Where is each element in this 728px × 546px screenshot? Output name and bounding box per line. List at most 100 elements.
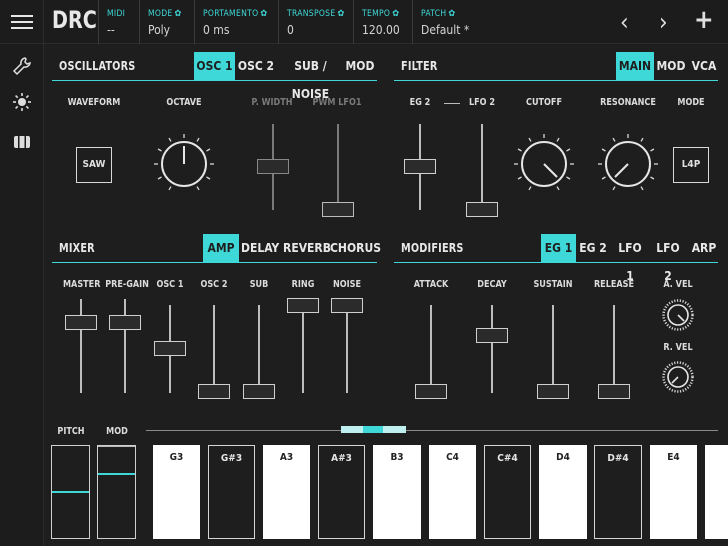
- slider-thumb[interactable]: [322, 202, 354, 217]
- tab-arp[interactable]: ARP: [689, 234, 719, 262]
- noise-slider[interactable]: [331, 298, 363, 393]
- tab-amp[interactable]: AMP: [203, 234, 239, 262]
- slider-thumb[interactable]: [287, 298, 319, 313]
- decay-slider[interactable]: [476, 305, 508, 393]
- attack-label: ATTACK: [413, 279, 449, 290]
- tab-main[interactable]: MAIN: [616, 52, 654, 80]
- octave-knob[interactable]: [152, 132, 216, 196]
- gear-icon[interactable]: ✿: [392, 9, 399, 19]
- mode-value: Poly: [148, 23, 171, 37]
- tab-osc1[interactable]: OSC 1: [194, 52, 235, 80]
- portamento-field[interactable]: PORTAMENTO ✿ 0 ms: [194, 0, 279, 44]
- sub-label: SUB: [249, 279, 269, 290]
- mixer-title: MIXER: [59, 241, 95, 255]
- pregain-slider[interactable]: [109, 299, 141, 393]
- filter-mode-button[interactable]: L4P: [673, 147, 709, 183]
- piano-key-d4[interactable]: D4: [539, 445, 587, 539]
- gear-icon[interactable]: ✿: [260, 9, 267, 19]
- tab-osc2[interactable]: OSC 2: [237, 52, 275, 80]
- midi-field[interactable]: MIDI --: [98, 0, 140, 44]
- slider-thumb[interactable]: [331, 298, 363, 313]
- transpose-field[interactable]: TRANSPOSE ✿ 0: [278, 0, 354, 44]
- mod-wheel[interactable]: [97, 445, 136, 539]
- tab-filter-mod[interactable]: MOD: [655, 52, 687, 80]
- add-patch-button[interactable]: +: [694, 5, 714, 35]
- next-patch-button[interactable]: ›: [659, 8, 668, 36]
- tempo-value: 120.00: [362, 23, 400, 37]
- tab-lfo2[interactable]: LFO 2: [651, 234, 685, 283]
- tab-sub-noise[interactable]: SUB / NOISE: [279, 52, 342, 101]
- sub-slider[interactable]: [243, 305, 275, 399]
- piano-key-asharp3[interactable]: A#3: [318, 445, 365, 539]
- ring-slider[interactable]: [287, 298, 319, 393]
- piano-key-b3[interactable]: B3: [373, 445, 421, 539]
- rvel-knob[interactable]: [662, 361, 694, 393]
- attack-slider[interactable]: [415, 305, 447, 399]
- slider-thumb[interactable]: [257, 159, 289, 174]
- mod-label: MOD: [106, 426, 128, 437]
- sustain-label: SUSTAIN: [533, 279, 573, 290]
- hamburger-menu-button[interactable]: [0, 0, 44, 44]
- midi-label: MIDI: [107, 9, 126, 19]
- piano-key-e4[interactable]: E4: [650, 445, 697, 539]
- piano-key-a3[interactable]: A3: [263, 445, 310, 539]
- piano-key-dsharp4[interactable]: D#4: [594, 445, 642, 539]
- lfo2-slider[interactable]: [466, 124, 498, 217]
- eg2-slider[interactable]: [404, 124, 436, 210]
- tab-chorus[interactable]: CHORUS: [330, 234, 381, 262]
- osc2-slider[interactable]: [198, 305, 230, 399]
- tempo-field[interactable]: TEMPO ✿ 120.00: [353, 0, 413, 44]
- tab-osc-mod[interactable]: MOD: [343, 52, 377, 80]
- cutoff-label: CUTOFF: [526, 97, 562, 108]
- patch-field[interactable]: PATCH ✿ Default *: [412, 0, 522, 44]
- slider-thumb[interactable]: [65, 315, 97, 330]
- slider-thumb[interactable]: [404, 159, 436, 174]
- slider-thumb[interactable]: [466, 202, 498, 217]
- previous-patch-button[interactable]: ‹: [620, 8, 629, 36]
- gear-icon[interactable]: ✿: [337, 9, 344, 19]
- tab-vca[interactable]: VCA: [689, 52, 719, 80]
- keyboard-scroll-handle[interactable]: [341, 426, 406, 433]
- resonance-knob[interactable]: [596, 132, 660, 196]
- tab-delay[interactable]: DELAY: [241, 234, 279, 262]
- gear-icon[interactable]: ✿: [175, 9, 182, 19]
- mode-field[interactable]: MODE ✿ Poly: [139, 0, 195, 44]
- slider-thumb[interactable]: [476, 328, 508, 343]
- osc1-slider[interactable]: [154, 305, 186, 393]
- brightness-icon[interactable]: [10, 92, 34, 116]
- piano-key-partial[interactable]: [705, 445, 728, 539]
- slider-thumb[interactable]: [415, 384, 447, 399]
- avel-knob[interactable]: [662, 299, 694, 331]
- slider-thumb[interactable]: [243, 384, 275, 399]
- wrench-icon[interactable]: [10, 56, 34, 80]
- slider-thumb[interactable]: [198, 384, 230, 399]
- gear-icon[interactable]: ✿: [448, 9, 455, 19]
- octave-label: OCTAVE: [166, 97, 202, 108]
- pwm-lfo-slider[interactable]: [322, 124, 354, 217]
- piano-key-c4[interactable]: C4: [429, 445, 476, 539]
- sustain-slider[interactable]: [537, 305, 569, 399]
- pregain-label: PRE-GAIN: [105, 279, 149, 290]
- slider-thumb[interactable]: [598, 384, 630, 399]
- tab-lfo1[interactable]: LFO 1: [613, 234, 647, 283]
- piano-key-csharp4[interactable]: C#4: [484, 445, 531, 539]
- release-label: RELEASE: [593, 279, 635, 290]
- slider-thumb[interactable]: [537, 384, 569, 399]
- patch-value: Default *: [421, 23, 470, 37]
- tab-reverb[interactable]: REVERB: [283, 234, 331, 262]
- piano-key-g3[interactable]: G3: [153, 445, 200, 539]
- mode-label: MODE: [148, 9, 173, 19]
- pwidth-slider[interactable]: [257, 124, 289, 210]
- cutoff-knob[interactable]: [512, 132, 576, 196]
- tab-mod-eg2[interactable]: EG 2: [578, 234, 608, 262]
- cassette-icon[interactable]: [10, 132, 34, 156]
- slider-thumb[interactable]: [109, 315, 141, 330]
- waveform-button[interactable]: SAW: [76, 147, 112, 183]
- piano-key-gsharp3[interactable]: G#3: [208, 445, 255, 539]
- master-slider[interactable]: [65, 299, 97, 393]
- release-slider[interactable]: [598, 305, 630, 399]
- ring-label: RING: [291, 279, 315, 290]
- slider-thumb[interactable]: [154, 341, 186, 356]
- pitch-wheel[interactable]: [51, 445, 90, 539]
- tab-eg1[interactable]: EG 1: [541, 234, 576, 262]
